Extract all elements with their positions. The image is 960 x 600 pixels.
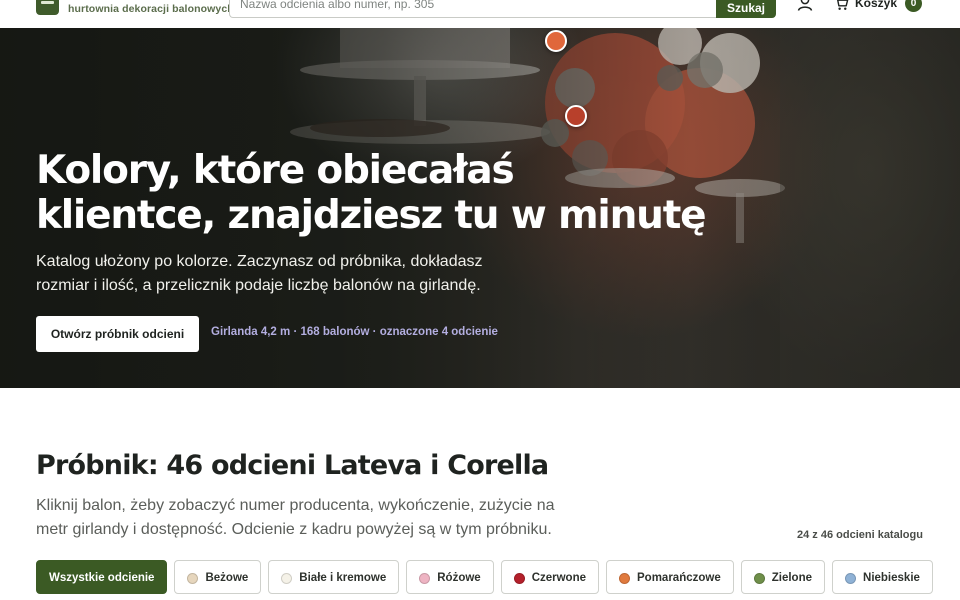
filter-chip-label: Niebieskie bbox=[863, 572, 920, 584]
cart-button[interactable]: Koszyk 0 bbox=[834, 0, 923, 12]
site-tagline: hurtownia dekoracji balonowych bbox=[68, 3, 234, 15]
filter-chip-label: Zielone bbox=[771, 572, 813, 584]
color-filter-bar: Wszystkie odcienie Beżowe Białe i kremowe R… bbox=[36, 560, 933, 600]
hero-subtitle-line: rozmiar i ilość, a przelicznik podaje li… bbox=[36, 277, 481, 294]
filter-chip[interactable]: Beżowe bbox=[174, 560, 262, 594]
search-field bbox=[229, 0, 717, 18]
cart-icon bbox=[837, 0, 849, 10]
cart-label: Koszyk bbox=[855, 0, 898, 10]
filter-chip[interactable]: Czerwone bbox=[500, 560, 600, 594]
color-swatch-icon bbox=[187, 572, 199, 584]
filter-chip[interactable]: Pomarańczowe bbox=[606, 560, 734, 594]
garland-summary: Girlanda 4,2 m · 168 balonów · oznaczone… bbox=[211, 326, 498, 338]
filter-chip-label: Białe i kremowe bbox=[299, 572, 387, 584]
section-description-line: metr girlandy i dostępność. Odcienie z k… bbox=[36, 521, 552, 538]
filter-chip[interactable]: Różowe bbox=[406, 560, 494, 594]
color-swatch-icon bbox=[419, 572, 431, 584]
logo[interactable] bbox=[36, 0, 59, 15]
search-input[interactable] bbox=[230, 0, 717, 17]
color-swatch-icon bbox=[513, 572, 525, 584]
hero-title-line: Kolory, które obiecałaś bbox=[36, 148, 515, 193]
hero-title-line: klientce, znajdziesz tu w minutę bbox=[36, 193, 707, 238]
color-marker[interactable] bbox=[545, 30, 567, 52]
filter-chip[interactable]: Wszystkie odcienie bbox=[36, 560, 168, 594]
hero-title: Kolory, które obiecałaś klientce, znajdz… bbox=[36, 148, 707, 238]
open-swatch-button[interactable]: Otwórz próbnik odcieni bbox=[36, 316, 199, 352]
color-swatch-icon bbox=[619, 572, 631, 584]
section-description-line: Kliknij balon, żeby zobaczyć numer produ… bbox=[36, 497, 555, 514]
color-marker[interactable] bbox=[565, 105, 587, 127]
filter-chip-label: Czerwone bbox=[531, 572, 587, 584]
filter-chip-label: Wszystkie odcienie bbox=[49, 572, 155, 584]
hero-banner: Kolory, które obiecałaś klientce, znajdz… bbox=[0, 28, 960, 388]
hero-subtitle-line: Katalog ułożony po kolorze. Zaczynasz od… bbox=[36, 253, 483, 270]
hero-subtitle: Katalog ułożony po kolorze. Zaczynasz od… bbox=[36, 250, 516, 298]
account-button[interactable] bbox=[796, 0, 814, 12]
user-icon bbox=[797, 0, 813, 11]
site-header: hurtownia dekoracji balonowych Szukaj Ko… bbox=[0, 0, 960, 28]
filter-chip-label: Beżowe bbox=[205, 572, 249, 584]
color-swatch-icon bbox=[845, 572, 857, 584]
filter-chip[interactable]: Białe i kremowe bbox=[268, 560, 400, 594]
color-swatch-icon bbox=[753, 572, 765, 584]
color-swatch-icon bbox=[281, 572, 293, 584]
filter-chip[interactable]: Zielone bbox=[740, 560, 826, 594]
search-button[interactable]: Szukaj bbox=[716, 0, 776, 18]
filter-chip-label: Różowe bbox=[437, 572, 481, 584]
filter-chip-label: Pomarańczowe bbox=[637, 572, 721, 584]
results-count: 24 z 46 odcieni katalogu bbox=[797, 529, 923, 541]
section-description: Kliknij balon, żeby zobaczyć numer produ… bbox=[36, 494, 576, 542]
cart-count-badge: 0 bbox=[905, 0, 923, 12]
filter-chip[interactable]: Niebieskie bbox=[832, 560, 933, 594]
section-title: Próbnik: 46 odcieni Lateva i Corella bbox=[36, 450, 549, 481]
